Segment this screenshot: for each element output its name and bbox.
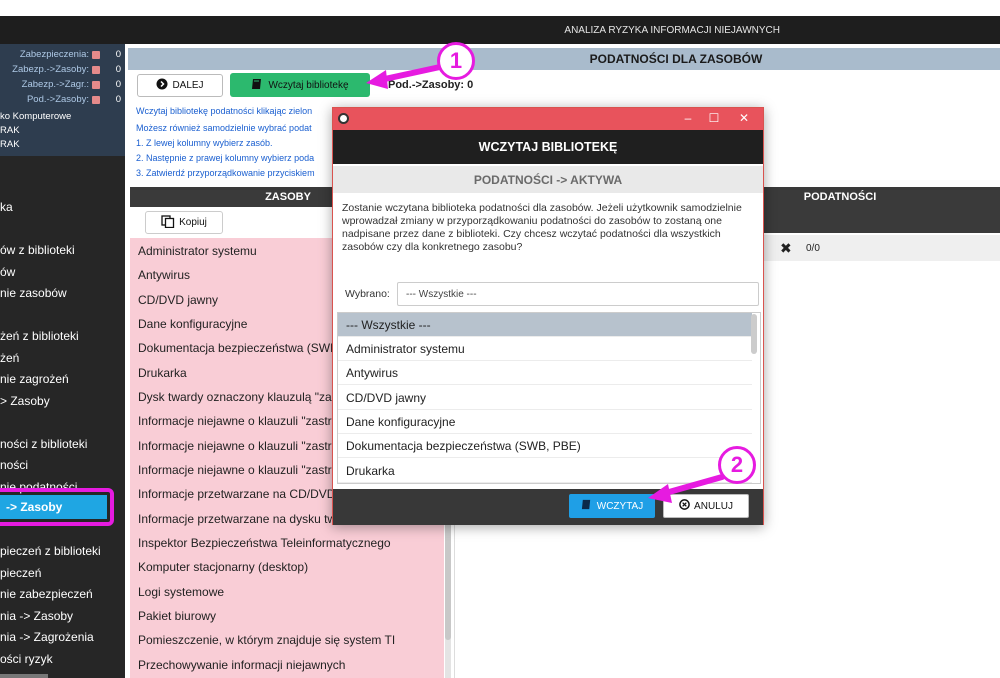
annotation-callout-2: 2 xyxy=(718,446,756,484)
annotation-arrows xyxy=(366,64,725,503)
annotation-callout-1: 1 xyxy=(437,42,475,80)
